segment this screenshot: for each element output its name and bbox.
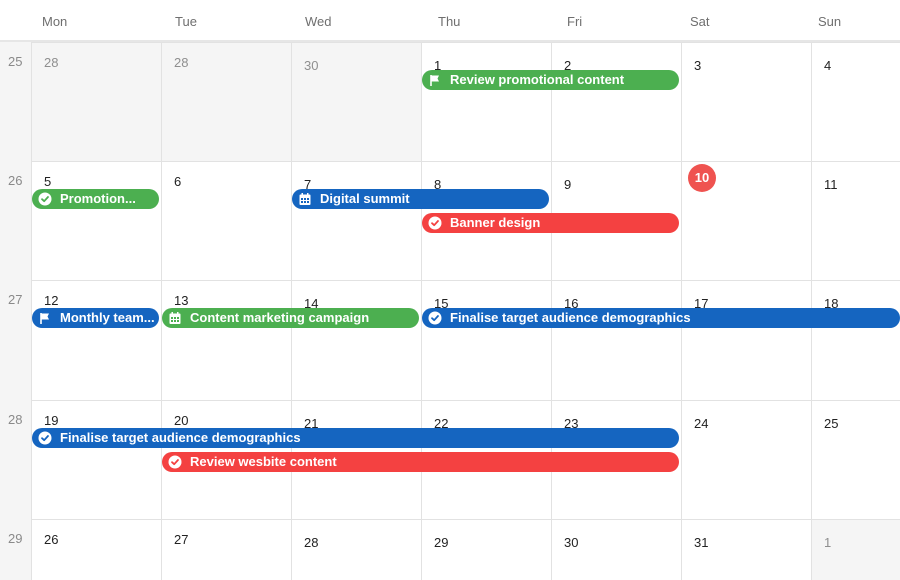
- day-cell[interactable]: 1: [811, 519, 900, 580]
- week-number: 29: [8, 531, 23, 546]
- day-cell[interactable]: 5: [31, 161, 161, 280]
- day-number: 11: [824, 177, 838, 192]
- day-cell[interactable]: 3: [681, 42, 811, 161]
- day-cell[interactable]: 28: [31, 42, 161, 161]
- day-number: 5: [44, 174, 52, 189]
- day-cell[interactable]: 28: [291, 519, 421, 580]
- check-circle-icon: [168, 455, 182, 469]
- week-number: 28: [8, 412, 23, 427]
- event-title: Finalise target audience demographics: [450, 310, 691, 325]
- day-number: 9: [564, 177, 572, 192]
- day-cell[interactable]: 28: [161, 42, 291, 161]
- weekday-label-mon: Mon: [42, 14, 68, 29]
- event-bar[interactable]: Digital summit: [292, 189, 549, 209]
- day-number: 24: [694, 416, 709, 431]
- day-cell[interactable]: 16: [551, 280, 681, 400]
- day-cell[interactable]: 25: [811, 400, 900, 519]
- day-cell[interactable]: 31: [681, 519, 811, 580]
- weekday-header: Mon Tue Wed Thu Fri Sat Sun: [0, 0, 900, 42]
- day-number: 20: [174, 413, 189, 428]
- weekday-label-fri: Fri: [567, 14, 583, 29]
- day-cell[interactable]: 11: [811, 161, 900, 280]
- day-cell[interactable]: 2: [551, 42, 681, 161]
- event-title: Review wesbite content: [190, 454, 337, 469]
- calendar-icon: [168, 311, 182, 325]
- day-number: 26: [44, 532, 59, 547]
- day-number: 29: [434, 535, 449, 550]
- day-cell[interactable]: 17: [681, 280, 811, 400]
- day-cell[interactable]: 26: [31, 519, 161, 580]
- week-number-cell: 25: [0, 42, 31, 161]
- day-cell[interactable]: 27: [161, 519, 291, 580]
- event-bar[interactable]: Finalise target audience demographics: [32, 428, 679, 448]
- day-number: 28: [44, 55, 59, 70]
- month-calendar: Mon Tue Wed Thu Fri Sat Sun 25 28 28 30 1 2 3 4 26 5 6 7 8…: [0, 0, 900, 580]
- day-number: 27: [174, 532, 189, 547]
- day-number: 30: [564, 535, 579, 550]
- day-number: 1: [824, 535, 832, 550]
- day-number: 30: [304, 58, 319, 73]
- event-bar[interactable]: Monthly team...: [32, 308, 159, 328]
- day-cell[interactable]: 15: [421, 280, 551, 400]
- event-title: Monthly team...: [60, 310, 155, 325]
- day-cell[interactable]: 6: [161, 161, 291, 280]
- day-cell[interactable]: 7: [291, 161, 421, 280]
- flag-icon: [428, 73, 442, 87]
- day-number: 12: [44, 293, 59, 308]
- weekday-label-thu: Thu: [438, 14, 461, 29]
- weekday-label-wed: Wed: [305, 14, 332, 29]
- day-cell[interactable]: 10: [681, 161, 811, 280]
- week-number: 26: [8, 173, 23, 188]
- week-number-cell: 28: [0, 400, 31, 519]
- today-badge: 10: [688, 164, 716, 192]
- day-number: 3: [694, 58, 702, 73]
- day-cell[interactable]: 14: [291, 280, 421, 400]
- event-title: Review promotional content: [450, 72, 625, 87]
- day-number: 4: [824, 58, 832, 73]
- event-title: Promotion...: [60, 191, 136, 206]
- event-bar[interactable]: Content marketing campaign: [162, 308, 419, 328]
- day-cell[interactable]: 30: [291, 42, 421, 161]
- day-number: 28: [174, 55, 189, 70]
- event-title: Digital summit: [320, 191, 410, 206]
- weekday-label-sat: Sat: [690, 14, 710, 29]
- event-title: Content marketing campaign: [190, 310, 370, 325]
- day-number: 25: [824, 416, 839, 431]
- day-cell[interactable]: 13: [161, 280, 291, 400]
- week-column-corner: [0, 560, 31, 580]
- check-circle-icon: [38, 431, 52, 445]
- event-bar[interactable]: Banner design: [422, 213, 679, 233]
- check-circle-icon: [428, 216, 442, 230]
- day-cell[interactable]: 18: [811, 280, 900, 400]
- check-circle-icon: [38, 192, 52, 206]
- weekday-label-sun: Sun: [818, 14, 842, 29]
- day-number: 28: [304, 535, 319, 550]
- event-title: Banner design: [450, 215, 541, 230]
- event-title: Finalise target audience demographics: [60, 430, 301, 445]
- calendar-icon: [298, 192, 312, 206]
- flag-icon: [38, 311, 52, 325]
- day-cell[interactable]: 19: [31, 400, 161, 519]
- week-number: 27: [8, 292, 23, 307]
- day-number: 31: [694, 535, 709, 550]
- day-number: 19: [44, 413, 59, 428]
- event-bar[interactable]: Review wesbite content: [162, 452, 679, 472]
- day-cell[interactable]: 29: [421, 519, 551, 580]
- weekday-label-tue: Tue: [175, 14, 197, 29]
- day-cell[interactable]: 24: [681, 400, 811, 519]
- day-cell[interactable]: 1: [421, 42, 551, 161]
- week-number-cell: 27: [0, 280, 31, 400]
- day-number: 6: [174, 174, 182, 189]
- week-number-cell: 26: [0, 161, 31, 280]
- event-bar[interactable]: Review promotional content: [422, 70, 679, 90]
- day-cell[interactable]: 30: [551, 519, 681, 580]
- event-bar[interactable]: Finalise target audience demographics: [422, 308, 900, 328]
- week-number: 25: [8, 54, 23, 69]
- day-cell[interactable]: 12: [31, 280, 161, 400]
- day-number: 13: [174, 293, 189, 308]
- event-bar[interactable]: Promotion...: [32, 189, 159, 209]
- day-cell[interactable]: 4: [811, 42, 900, 161]
- check-circle-icon: [428, 311, 442, 325]
